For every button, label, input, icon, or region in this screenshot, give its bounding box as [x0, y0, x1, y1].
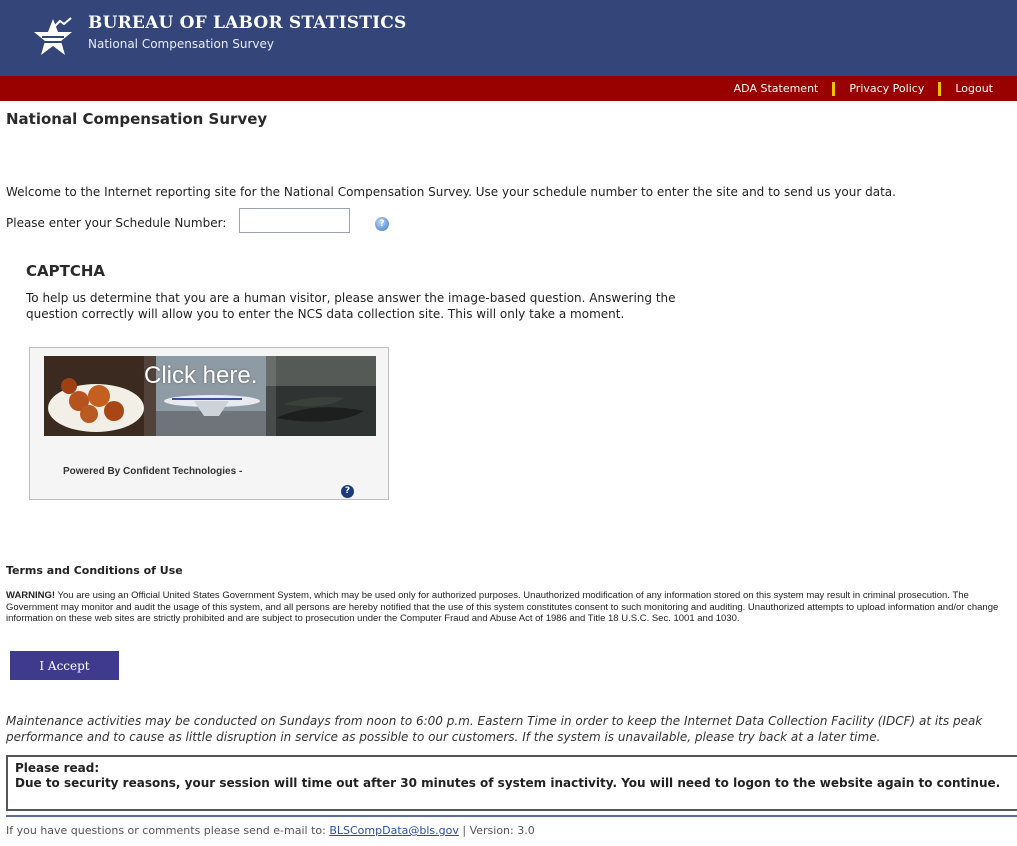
footer-version: | Version: 3.0 — [458, 824, 535, 837]
footer-divider — [6, 815, 1017, 817]
question-icon[interactable]: ? — [341, 485, 354, 498]
welcome-text: Welcome to the Internet reporting site f… — [6, 185, 896, 199]
nav-separator — [832, 81, 836, 96]
notice-title: Please read: — [15, 761, 100, 775]
utility-nav-bar: ADA Statement Privacy Policy Logout — [0, 76, 1017, 101]
agency-name: BUREAU OF LABOR STATISTICS — [88, 13, 407, 33]
ada-statement-link[interactable]: ADA Statement — [734, 82, 819, 95]
warning-text: WARNING! You are using an Official Unite… — [6, 590, 1017, 625]
schedule-number-label: Please enter your Schedule Number: — [6, 216, 227, 230]
schedule-number-input[interactable] — [239, 208, 350, 233]
help-icon[interactable]: ? — [375, 217, 389, 231]
bls-star-logo-icon — [34, 17, 72, 55]
survey-name: National Compensation Survey — [88, 37, 274, 51]
utility-nav: ADA Statement Privacy Policy Logout — [734, 76, 993, 101]
captcha-heading: CAPTCHA — [26, 262, 106, 280]
captcha-click-here: Click here. — [144, 362, 258, 389]
footer-prefix: If you have questions or comments please… — [6, 824, 330, 837]
footer: If you have questions or comments please… — [6, 824, 535, 837]
warning-label: WARNING! — [6, 590, 56, 601]
contact-email-link[interactable]: BLSCompData@bls.gov — [329, 824, 459, 837]
captcha-powered-by: Powered By Confident Technologies - — [63, 466, 243, 477]
terms-heading: Terms and Conditions of Use — [6, 564, 183, 577]
privacy-policy-link[interactable]: Privacy Policy — [849, 82, 924, 95]
session-timeout-notice: Please read: Due to security reasons, yo… — [6, 755, 1017, 811]
warning-body: You are using an Official United States … — [6, 590, 999, 624]
captcha-widget: Click here. Powered By Confident Technol… — [29, 347, 389, 500]
nav-separator — [938, 81, 942, 96]
site-header: BUREAU OF LABOR STATISTICS National Comp… — [0, 0, 1017, 76]
notice-text: Due to security reasons, your session wi… — [15, 776, 1001, 790]
logout-link[interactable]: Logout — [955, 82, 993, 95]
captcha-description: To help us determine that you are a huma… — [26, 291, 676, 321]
maintenance-notice: Maintenance activities may be conducted … — [6, 714, 983, 744]
accept-button[interactable]: I Accept — [10, 651, 119, 680]
captcha-image-button[interactable]: Click here. — [44, 356, 376, 436]
page-title: National Compensation Survey — [6, 110, 268, 128]
